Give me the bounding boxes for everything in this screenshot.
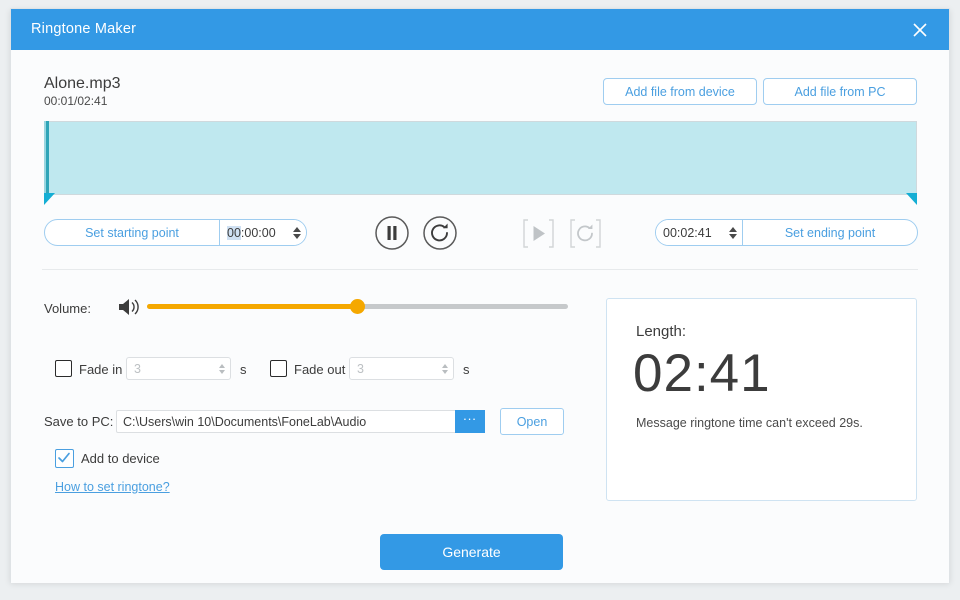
fade-out-unit: s [463,362,470,377]
waveform-playhead[interactable] [46,121,49,195]
fade-out-checkbox[interactable] [270,360,287,377]
ringtone-maker-window: Ringtone Maker Alone.mp3 00:01/02:41 Add… [10,8,950,583]
play-icon [523,219,554,248]
start-time-selected-segment: 00 [227,225,241,240]
speaker-button[interactable] [117,296,145,318]
checkmark-icon [58,452,70,463]
length-note: Message ringtone time can't exceed 29s. [636,416,863,430]
length-title: Length: [636,323,687,340]
reset-button[interactable] [422,215,458,251]
how-to-set-ringtone-link[interactable]: How to set ringtone? [55,480,170,494]
generate-button[interactable]: Generate [380,534,563,570]
loop-button-disabled [569,218,602,249]
add-to-device-label: Add to device [81,451,160,466]
volume-slider-fill [147,304,360,309]
save-path-value: C:\Users\win 10\Documents\FoneLab\Audio [123,414,367,429]
window-title: Ringtone Maker [31,21,137,37]
chevron-up-icon [219,363,225,368]
length-panel: Length: 02:41 Message ringtone time can'… [606,298,917,501]
fade-out-value: 3 [357,361,364,376]
waveform-start-handle[interactable] [44,193,55,205]
end-time-value: 00:02:41 [663,225,712,240]
length-value: 02:41 [633,344,771,403]
add-file-from-device-button[interactable]: Add file from device [603,78,757,105]
play-button-disabled [522,218,555,249]
set-starting-point-button[interactable]: Set starting point [45,220,219,245]
close-button[interactable] [899,9,941,50]
browse-folder-button[interactable]: ... [455,409,485,433]
chevron-up-icon [293,226,301,232]
start-time-stepper[interactable] [288,226,306,239]
add-to-device-checkbox[interactable] [55,449,74,468]
start-time-input[interactable]: 00:00:00 [219,220,306,245]
fade-in-value: 3 [134,361,141,376]
chevron-down-icon [219,369,225,374]
save-path-input[interactable]: C:\Users\win 10\Documents\FoneLab\Audio [116,410,485,433]
save-to-pc-label: Save to PC: [44,414,114,429]
pause-icon [375,216,409,250]
chevron-down-icon [293,233,301,239]
chevron-down-icon [442,369,448,374]
fade-in-unit: s [240,362,247,377]
ending-point-control[interactable]: 00:02:41 Set ending point [655,219,918,246]
chevron-down-icon [729,233,737,239]
starting-point-control[interactable]: Set starting point 00:00:00 [44,219,307,246]
fade-in-input[interactable]: 3 [126,357,231,380]
section-divider [42,269,918,270]
volume-slider-thumb[interactable] [350,299,365,314]
content-area: Alone.mp3 00:01/02:41 Add file from devi… [11,50,949,583]
start-time-value: 00:00:00 [220,225,288,240]
file-name: Alone.mp3 [44,75,121,92]
waveform-end-handle[interactable] [906,193,917,205]
volume-slider[interactable] [147,299,568,314]
file-time: 00:01/02:41 [44,94,108,108]
start-time-rest: :00:00 [240,225,276,240]
waveform-selection[interactable] [46,121,917,195]
speaker-icon [119,299,139,315]
close-icon [913,22,927,37]
waveform-area[interactable] [44,121,917,205]
fade-in-stepper[interactable] [214,363,230,374]
volume-label: Volume: [44,301,91,316]
chevron-up-icon [729,226,737,232]
fade-out-stepper[interactable] [437,363,453,374]
add-file-from-pc-button[interactable]: Add file from PC [763,78,917,105]
fade-in-checkbox[interactable] [55,360,72,377]
fade-in-label: Fade in [79,362,123,377]
title-bar: Ringtone Maker [11,9,949,50]
open-folder-button[interactable]: Open [500,408,564,435]
reset-icon [423,216,457,250]
fade-out-label: Fade out [294,362,346,377]
end-time-input[interactable]: 00:02:41 [656,220,743,245]
fade-out-input[interactable]: 3 [349,357,454,380]
pause-button[interactable] [374,215,410,251]
set-ending-point-button[interactable]: Set ending point [743,220,917,245]
end-time-stepper[interactable] [724,226,742,239]
loop-icon [570,219,601,248]
chevron-up-icon [442,363,448,368]
